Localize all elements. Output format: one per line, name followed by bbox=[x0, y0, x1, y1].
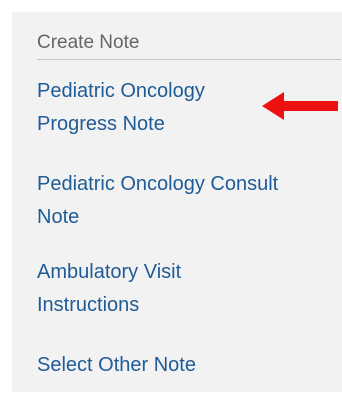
link-line: Instructions bbox=[37, 294, 140, 316]
link-line: Pediatric Oncology bbox=[37, 80, 205, 102]
link-line: Note bbox=[37, 206, 80, 228]
create-note-panel: Create Note Pediatric Oncology Progress … bbox=[12, 12, 342, 392]
link-line: Progress Note bbox=[37, 113, 165, 135]
left-arrow-icon bbox=[262, 92, 338, 120]
select-other-note-link[interactable]: Select Other Note bbox=[37, 349, 196, 382]
link-line: Ambulatory Visit bbox=[37, 261, 182, 283]
pediatric-oncology-progress-note-link[interactable]: Pediatric Oncology Progress Note bbox=[37, 75, 205, 141]
link-line: Pediatric Oncology Consult bbox=[37, 173, 279, 195]
link-line: Select Other Note bbox=[37, 354, 196, 376]
ambulatory-visit-instructions-link[interactable]: Ambulatory Visit Instructions bbox=[37, 256, 181, 322]
pediatric-oncology-consult-note-link[interactable]: Pediatric Oncology Consult Note bbox=[37, 168, 278, 234]
panel-header: Create Note bbox=[37, 32, 341, 60]
